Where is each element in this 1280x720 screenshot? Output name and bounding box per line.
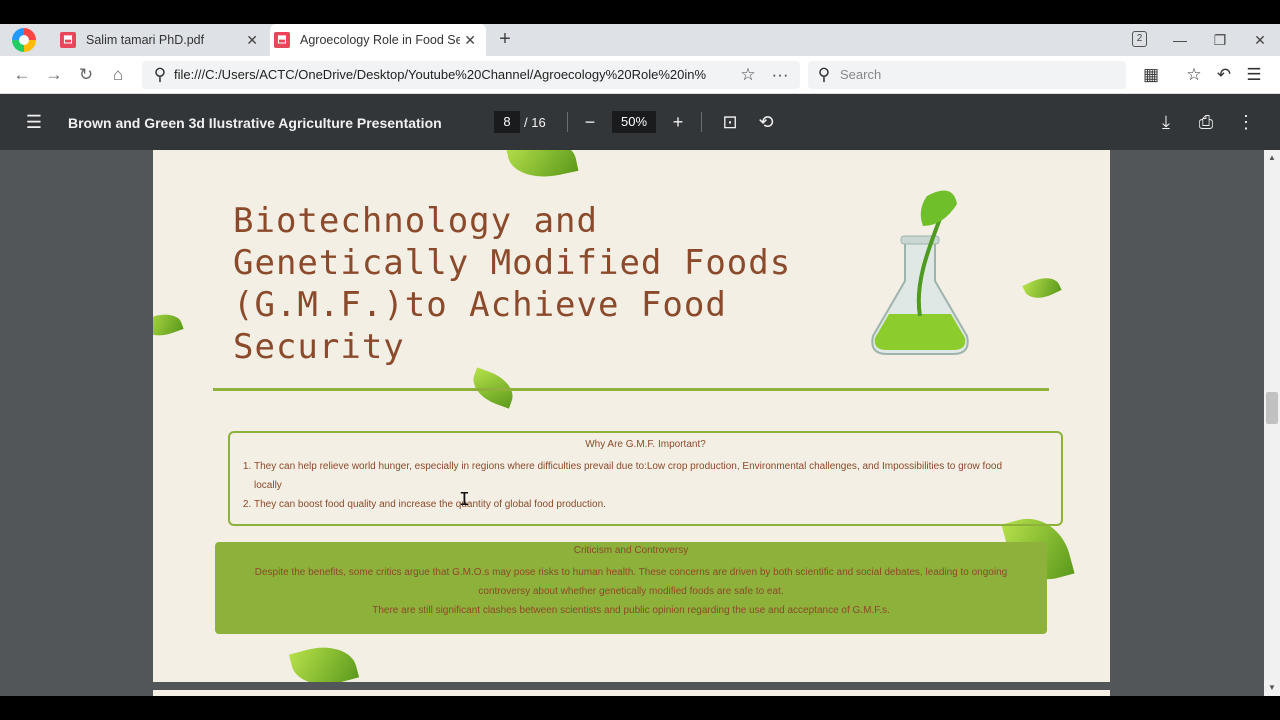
zoom-in-icon[interactable]: + xyxy=(666,110,690,134)
page-total: / 16 xyxy=(524,115,546,130)
search-icon: ⚲ xyxy=(153,65,167,84)
home-icon[interactable]: ⌂ xyxy=(105,62,131,88)
slide-title: Biotechnology and Genetically Modified F… xyxy=(233,201,792,367)
download-icon[interactable]: ⤓ xyxy=(1154,110,1178,134)
forward-icon[interactable]: → xyxy=(41,62,67,88)
importance-heading: Why Are G.M.F. Important? xyxy=(585,439,706,450)
toolbar-divider xyxy=(701,112,702,132)
bottom-bar xyxy=(0,696,1280,720)
more-options-icon[interactable]: ⋮ xyxy=(1234,110,1258,134)
scroll-down-icon[interactable]: ▼ xyxy=(1264,683,1280,692)
new-tab-icon[interactable]: + xyxy=(494,28,516,50)
divider-line xyxy=(213,388,1049,391)
undo-icon[interactable]: ↶ xyxy=(1211,62,1237,88)
leaf-icon xyxy=(505,150,579,185)
importance-list: They can help relieve world hunger, espe… xyxy=(254,457,1014,514)
document-title: Brown and Green 3d Ilustrative Agricultu… xyxy=(68,115,442,131)
tab-agroecology[interactable]: ⬒ Agroecology Role in Food Sec ✕ xyxy=(270,24,486,56)
leaf-icon xyxy=(153,308,184,342)
list-item: They can help relieve world hunger, espe… xyxy=(254,457,1014,495)
print-icon[interactable]: ⎙ xyxy=(1194,110,1218,134)
criticism-body: Despite the benefits, some critics argue… xyxy=(245,563,1017,620)
close-window-icon[interactable]: ✕ xyxy=(1240,26,1280,54)
more-icon[interactable]: ··· xyxy=(767,62,793,88)
importance-box: Why Are G.M.F. Important? They can help … xyxy=(228,431,1063,526)
criticism-heading: Criticism and Controversy xyxy=(573,545,689,556)
apps-icon[interactable]: ▦ xyxy=(1138,62,1164,88)
scroll-up-icon[interactable]: ▲ xyxy=(1264,153,1280,162)
search-icon: ⚲ xyxy=(817,65,831,84)
favorites-icon[interactable]: ☆ xyxy=(1181,62,1207,88)
criticism-box: Criticism and Controversy Despite the be… xyxy=(215,542,1047,634)
rotate-icon[interactable]: ⟲ xyxy=(754,110,778,134)
close-icon[interactable]: ✕ xyxy=(464,32,476,49)
leaf-icon xyxy=(1022,271,1062,305)
pdf-icon: ⬒ xyxy=(274,32,290,48)
scrollbar-thumb[interactable] xyxy=(1266,392,1278,424)
page-number-input[interactable]: 8 xyxy=(494,111,520,133)
sidebar-menu-icon[interactable]: ☰ xyxy=(22,110,46,134)
url-text[interactable]: file:///C:/Users/ACTC/OneDrive/Desktop/Y… xyxy=(174,67,734,82)
reload-icon[interactable]: ↻ xyxy=(73,62,99,88)
pdf-page: Biotechnology and Genetically Modified F… xyxy=(153,150,1110,682)
criticism-paragraph: Despite the benefits, some critics argue… xyxy=(254,567,1008,597)
zoom-input[interactable]: 50% xyxy=(612,111,656,133)
browser-logo-icon[interactable] xyxy=(12,28,36,52)
close-icon[interactable]: ✕ xyxy=(246,32,258,49)
tab-title: Salim tamari PhD.pdf xyxy=(86,33,205,47)
star-icon[interactable]: ☆ xyxy=(735,62,761,88)
fit-page-icon[interactable]: ⊡ xyxy=(718,110,742,134)
tab-count-badge[interactable]: 2 xyxy=(1132,31,1147,47)
minimize-icon[interactable]: — xyxy=(1160,26,1200,54)
toolbar-divider xyxy=(567,112,568,132)
leaf-icon xyxy=(288,638,360,682)
screen: ⬒ Salim tamari PhD.pdf ✕ ⬒ Agroecology R… xyxy=(0,0,1280,720)
tab-salim-tamari[interactable]: ⬒ Salim tamari PhD.pdf ✕ xyxy=(56,24,268,56)
pdf-icon: ⬒ xyxy=(60,32,76,48)
menu-icon[interactable]: ☰ xyxy=(1241,62,1267,88)
restore-icon[interactable]: ❐ xyxy=(1200,26,1240,54)
tab-title: Agroecology Role in Food Sec xyxy=(300,33,460,47)
criticism-paragraph: There are still significant clashes betw… xyxy=(372,605,890,616)
back-icon[interactable]: ← xyxy=(9,62,35,88)
flask-icon xyxy=(871,190,969,355)
search-placeholder[interactable]: Search xyxy=(840,67,881,82)
list-item: They can boost food quality and increase… xyxy=(254,495,1014,514)
text-cursor-icon: I xyxy=(459,489,470,510)
zoom-out-icon[interactable]: − xyxy=(578,110,602,134)
